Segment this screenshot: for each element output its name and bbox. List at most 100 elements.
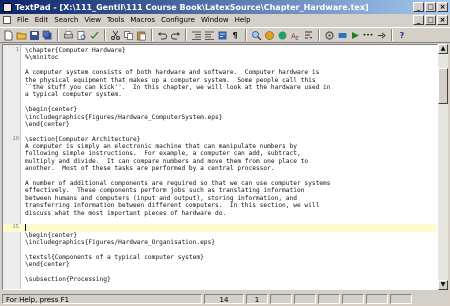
undo-icon[interactable] (156, 29, 168, 41)
editor-line[interactable]: A computer is simply an electronic machi… (3, 143, 437, 150)
editor-line[interactable] (3, 269, 437, 276)
editor-line[interactable] (3, 217, 437, 224)
vertical-scrollbar[interactable]: ▲ ▼ (438, 44, 448, 290)
replace-icon[interactable] (263, 29, 275, 41)
editor-line[interactable]: \includegraphics{Figures/Hardware_Organi… (3, 239, 437, 246)
minimize-button[interactable]: _ (413, 2, 424, 12)
editor-line[interactable]: \subsection{Processing} (3, 276, 437, 283)
menu-file[interactable]: File (14, 16, 32, 24)
editor-line[interactable]: ``the stuff you can kick''. In this chap… (3, 84, 437, 91)
macro-icon[interactable] (323, 29, 335, 41)
editor-line[interactable] (3, 128, 437, 135)
editor-line[interactable] (3, 99, 437, 106)
word-wrap-icon[interactable] (216, 29, 228, 41)
text-editor[interactable]: 1 \chapter{Computer Hardware} %\minitoc A c… (2, 44, 438, 290)
print-icon[interactable] (62, 29, 74, 41)
editor-line[interactable]: 10 \section{Computer Architecture} (3, 136, 437, 143)
editor-line[interactable]: %\minitoc (3, 54, 437, 61)
play-icon[interactable] (349, 29, 361, 41)
editor-line[interactable]: \begin{center} (3, 232, 437, 239)
editor-line[interactable]: transferring information between differe… (3, 202, 437, 209)
editor-line[interactable]: multiply and divide. It can compare numb… (3, 158, 437, 165)
print-preview-icon[interactable] (75, 29, 87, 41)
record-icon[interactable] (336, 29, 348, 41)
open-folder-icon[interactable] (15, 29, 27, 41)
line-text: transferring information between differe… (25, 202, 320, 210)
doc-restore-button[interactable]: □ (425, 15, 436, 25)
maximize-button[interactable]: □ (425, 2, 436, 12)
bookmark-icon[interactable] (276, 29, 288, 41)
textpad-app-icon[interactable] (3, 2, 12, 12)
outdent-icon[interactable] (203, 29, 215, 41)
run-icon[interactable] (375, 29, 387, 41)
editor-line[interactable] (3, 247, 437, 254)
menu-tools[interactable]: Tools (104, 16, 127, 24)
redo-icon[interactable] (169, 29, 181, 41)
line-text: \begin{center} (25, 231, 78, 239)
new-file-icon[interactable] (2, 29, 14, 41)
line-text: the physical equipment that makes up a c… (25, 76, 316, 84)
doc-close-button[interactable]: × (437, 15, 448, 25)
line-text: \begin{center} (25, 106, 78, 114)
editor-line[interactable]: a typical computer system. (3, 91, 437, 98)
line-text: between humans and computers (input and … (25, 194, 297, 202)
tools-icon[interactable]: ••• (362, 29, 374, 41)
line-text: effectively. These components perform jo… (25, 187, 305, 195)
save-icon[interactable] (28, 29, 40, 41)
editor-line[interactable] (3, 173, 437, 180)
editor-line[interactable]: between humans and computers (input and … (3, 195, 437, 202)
scroll-down-arrow-icon[interactable]: ▼ (438, 280, 448, 290)
status-rec (366, 294, 388, 304)
editor-line[interactable]: \end{center} (3, 121, 437, 128)
line-text: ``the stuff you can kick''. In this chap… (25, 83, 331, 91)
status-read-only (270, 294, 292, 304)
document-icon[interactable] (3, 16, 11, 24)
editor-line[interactable]: the physical equipment that makes up a c… (3, 77, 437, 84)
menu-macros[interactable]: Macros (127, 16, 158, 24)
cut-icon[interactable] (109, 29, 121, 41)
editor-line[interactable]: effectively. These components perform jo… (3, 187, 437, 194)
editor-line[interactable]: discuss what the most important pieces o… (3, 210, 437, 217)
indent-icon[interactable] (190, 29, 202, 41)
editor-line[interactable]: \end{center} (3, 261, 437, 268)
editor-line[interactable]: 1 \chapter{Computer Hardware} (3, 47, 437, 54)
copy-icon[interactable] (122, 29, 134, 41)
menu-configure[interactable]: Configure (158, 16, 198, 24)
editor-line[interactable]: following simple instructions. For examp… (3, 150, 437, 157)
line-text: \subsection{Processing} (25, 276, 111, 284)
menu-help[interactable]: Help (232, 16, 254, 24)
editor-line[interactable]: \textsl{Components of a typical computer… (3, 254, 437, 261)
spell-check-icon[interactable] (88, 29, 100, 41)
editor-line[interactable] (3, 62, 437, 69)
toolbar-separator (185, 29, 187, 41)
toolbar: ¶ Az ••• ? (0, 27, 450, 43)
paragraph-icon[interactable]: ¶ (229, 29, 241, 41)
close-button[interactable]: × (437, 2, 448, 12)
help-icon[interactable]: ? (396, 29, 408, 41)
status-caps (390, 294, 412, 304)
paste-icon[interactable] (135, 29, 147, 41)
menu-edit[interactable]: Edit (32, 16, 52, 24)
status-sync (342, 294, 364, 304)
editor-line[interactable]: \begin{center} (3, 106, 437, 113)
doc-minimize-button[interactable]: _ (413, 15, 424, 25)
menu-window[interactable]: Window (198, 16, 232, 24)
scroll-thumb[interactable] (438, 68, 448, 104)
editor-line[interactable]: 15 (3, 224, 437, 232)
editor-line[interactable]: A computer system consists of both hardw… (3, 69, 437, 76)
find-icon[interactable] (250, 29, 262, 41)
editor-line[interactable]: another. Most of these tasks are perform… (3, 165, 437, 172)
status-line-number: 14 (204, 294, 244, 304)
save-all-icon[interactable] (41, 29, 53, 41)
line-text: \includegraphics{Figures/Hardware_Comput… (25, 113, 223, 121)
line-text: \section{Computer Architecture} (25, 135, 141, 143)
menu-search[interactable]: Search (51, 16, 81, 24)
editor-line[interactable]: A number of additional components are re… (3, 180, 437, 187)
compare-icon[interactable]: Az (289, 29, 301, 41)
editor-line[interactable]: \includegraphics{Figures/Hardware_Comput… (3, 114, 437, 121)
menu-view[interactable]: View (81, 16, 104, 24)
line-text: \end{center} (25, 261, 70, 269)
title-bar[interactable]: TextPad - [X:\111_Gentil\111 Course Book… (0, 0, 450, 14)
sort-icon[interactable] (302, 29, 314, 41)
scroll-up-arrow-icon[interactable]: ▲ (438, 44, 448, 54)
